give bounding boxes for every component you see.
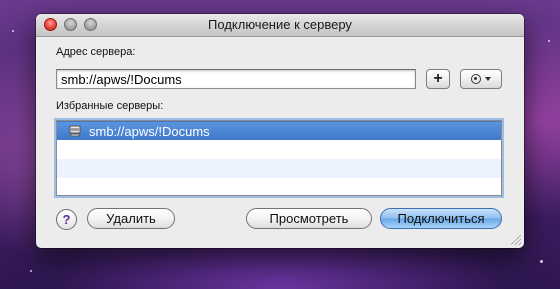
network-server-icon [69, 125, 81, 137]
list-item[interactable]: smb://apws/!Docums [57, 121, 501, 140]
desktop-star [540, 260, 543, 263]
help-button[interactable]: ? [56, 209, 77, 230]
desktop-star [548, 40, 550, 42]
server-address-input[interactable]: smb://apws/!Docums [56, 69, 416, 89]
plus-icon: + [433, 70, 443, 87]
title-bar[interactable]: Подключение к серверу [36, 14, 524, 37]
list-item-label: smb://apws/!Docums [89, 124, 210, 139]
add-to-favorites-button[interactable]: + [426, 69, 450, 89]
clock-icon [471, 74, 481, 84]
empty-list-row [57, 140, 501, 159]
connect-button[interactable]: Подключиться [380, 208, 502, 229]
delete-button[interactable]: Удалить [87, 208, 175, 229]
favorite-servers-list[interactable]: smb://apws/!Docums [56, 120, 502, 196]
window-title: Подключение к серверу [208, 17, 352, 32]
chevron-down-icon [485, 77, 491, 81]
recent-servers-button[interactable] [460, 69, 502, 89]
empty-list-row [57, 159, 501, 178]
favorite-servers-label: Избранные серверы: [56, 100, 164, 112]
server-address-label: Адрес сервера: [56, 46, 136, 58]
question-mark-icon: ? [62, 212, 71, 227]
desktop-star [30, 270, 32, 272]
browse-button[interactable]: Просмотреть [246, 208, 372, 229]
resize-grip-icon[interactable] [511, 235, 521, 245]
desktop-star [12, 30, 14, 32]
connect-to-server-window: Подключение к серверу Адрес сервера: smb… [36, 14, 524, 248]
empty-list-row [57, 178, 501, 195]
